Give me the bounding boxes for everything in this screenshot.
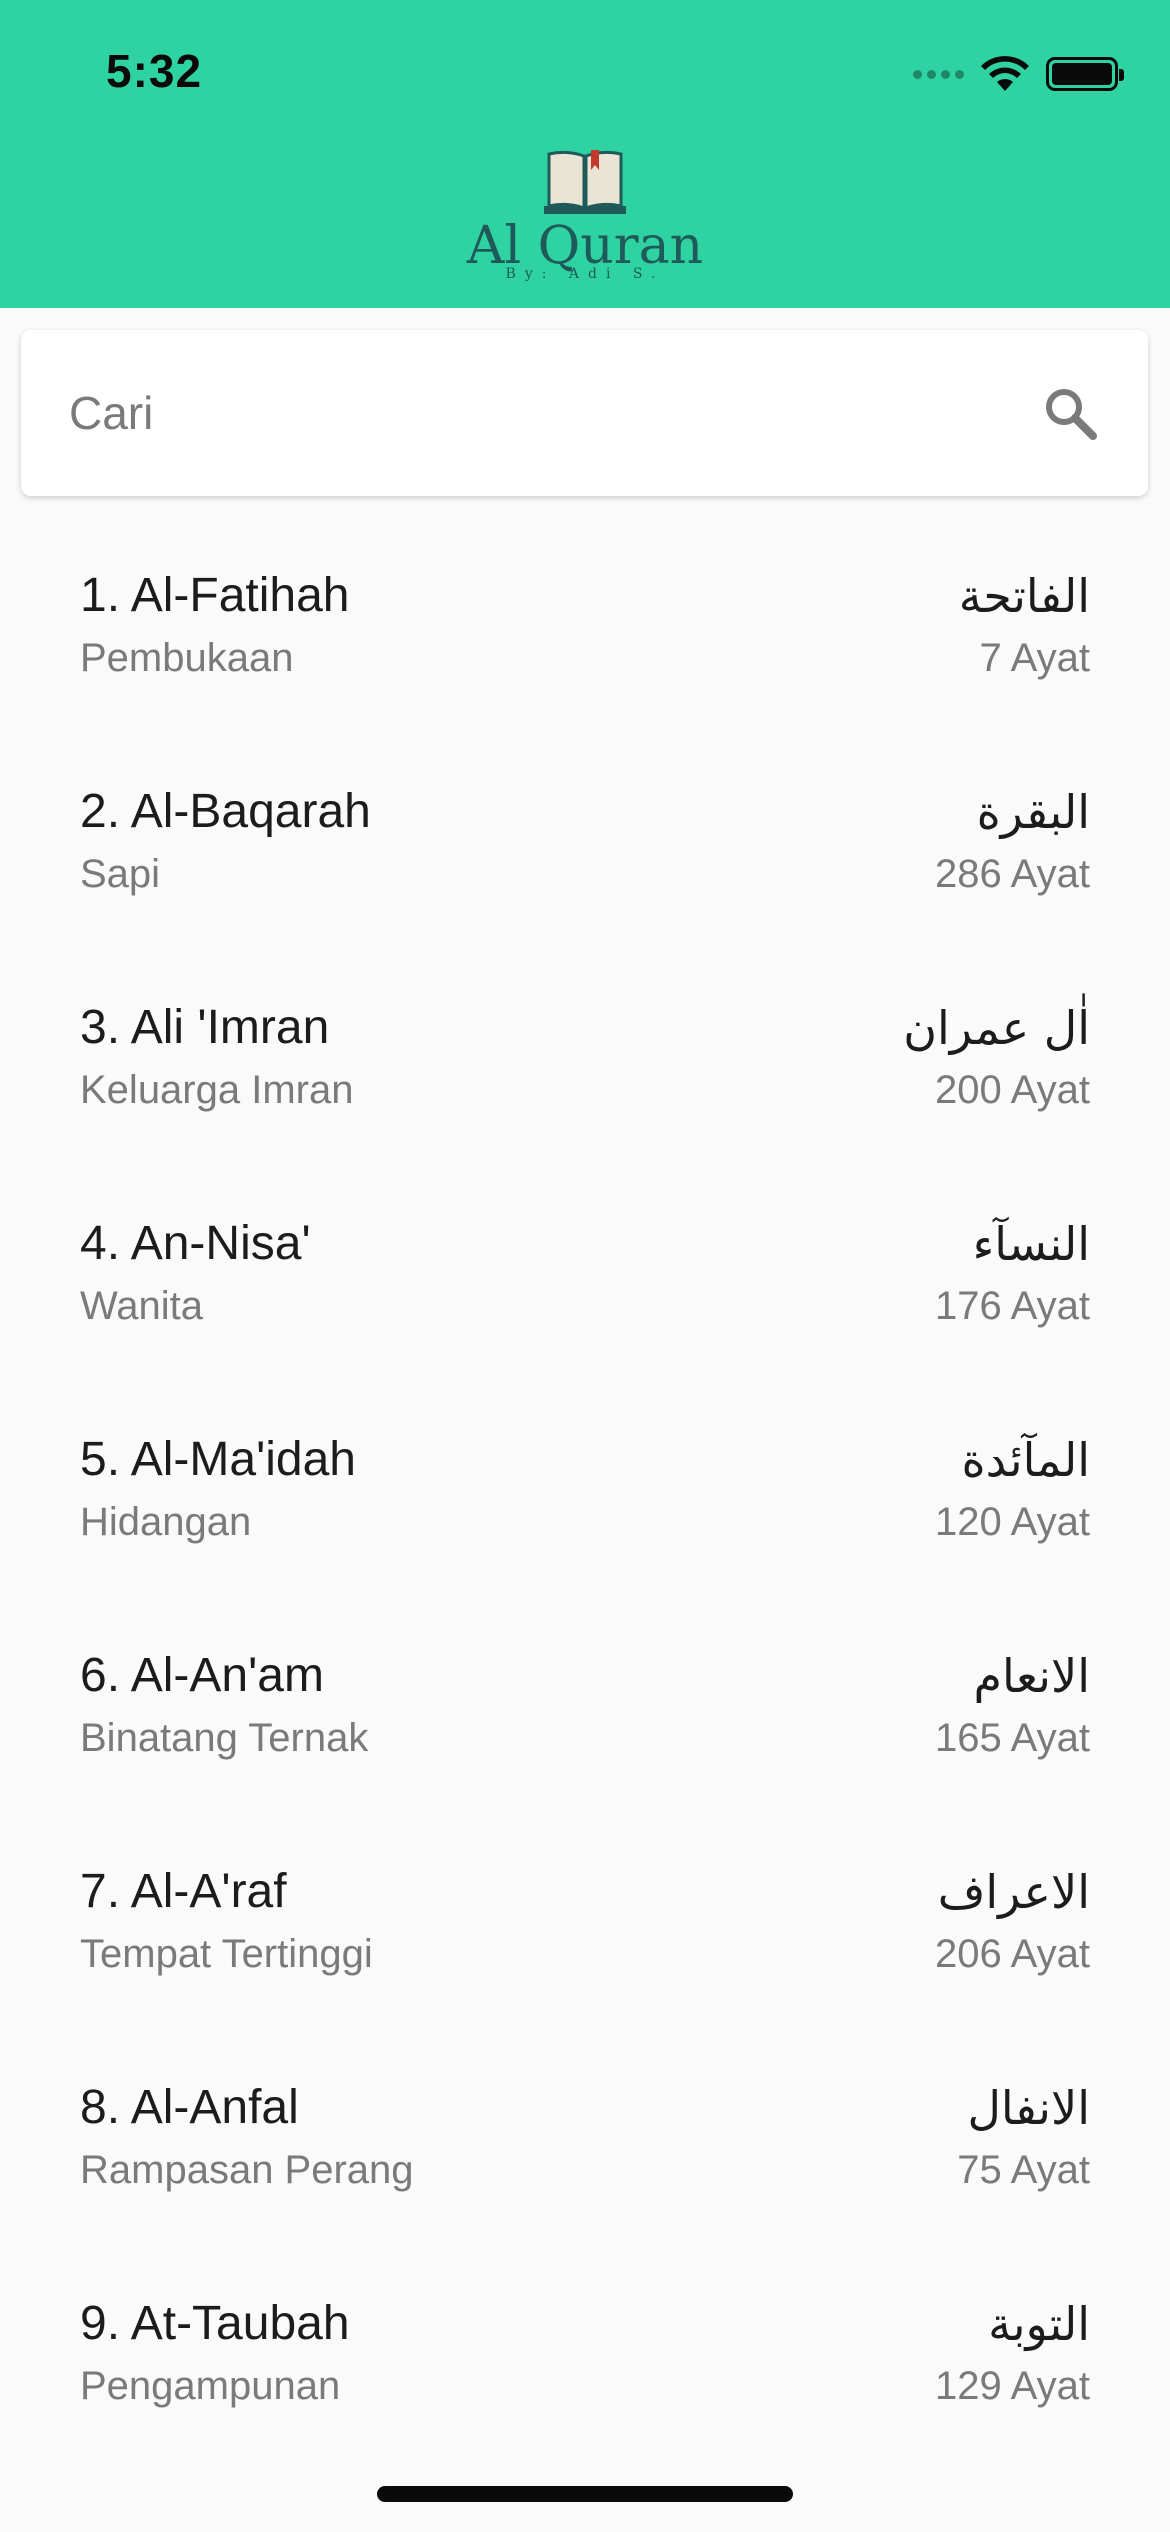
surah-arabic-name: اٰل عمران [903, 1001, 1090, 1055]
surah-arabic-name: الاعراف [937, 1865, 1090, 1919]
app-subtitle: By: Adi S. [505, 266, 665, 282]
surah-list: 1. Al-Fatihah Pembukaan الفاتحة 7 Ayat 2… [0, 534, 1170, 2478]
surah-arabic-name: التوبة [988, 2297, 1090, 2351]
surah-name: 1. Al-Fatihah [80, 569, 350, 622]
surah-meaning: Pengampunan [80, 2364, 341, 2408]
surah-meaning: Binatang Ternak [80, 1716, 369, 1760]
surah-item[interactable]: 2. Al-Baqarah Sapi البقرة 286 Ayat [0, 750, 1170, 966]
ayat-count: 129 Ayat [935, 2364, 1090, 2408]
search-bar [21, 330, 1148, 496]
status-icons [913, 52, 1124, 96]
surah-meaning: Pembukaan [80, 636, 294, 680]
ayat-count: 75 Ayat [957, 2148, 1090, 2192]
surah-name: 7. Al-A'raf [80, 1865, 287, 1918]
ayat-count: 165 Ayat [935, 1716, 1090, 1760]
surah-item[interactable]: 3. Ali 'Imran Keluarga Imran اٰل عمران 2… [0, 966, 1170, 1182]
app-header: 5:32 Al Quran By: Adi S. [0, 0, 1170, 308]
signal-icon [913, 69, 964, 79]
surah-name: 4. An-Nisa' [80, 1217, 311, 1270]
battery-icon [1046, 57, 1124, 91]
surah-item[interactable]: 7. Al-A'raf Tempat Tertinggi الاعراف 206… [0, 1830, 1170, 2046]
surah-item[interactable]: 1. Al-Fatihah Pembukaan الفاتحة 7 Ayat [0, 534, 1170, 750]
surah-name: 3. Ali 'Imran [80, 1001, 330, 1054]
search-input[interactable] [69, 386, 969, 440]
app-logo: Al Quran By: Adi S. [0, 148, 1170, 282]
surah-item[interactable]: 4. An-Nisa' Wanita النسآء 176 Ayat [0, 1182, 1170, 1398]
home-indicator[interactable] [377, 2486, 793, 2502]
surah-item[interactable]: 9. At-Taubah Pengampunan التوبة 129 Ayat [0, 2262, 1170, 2478]
surah-meaning: Wanita [80, 1284, 204, 1328]
surah-name: 9. At-Taubah [80, 2297, 350, 2350]
surah-item[interactable]: 6. Al-An'am Binatang Ternak الانعام 165 … [0, 1614, 1170, 1830]
ayat-count: 286 Ayat [935, 852, 1090, 896]
ayat-count: 176 Ayat [935, 1284, 1090, 1328]
app-title: Al Quran [466, 216, 704, 276]
surah-arabic-name: المآئدة [961, 1433, 1090, 1487]
surah-arabic-name: الفاتحة [958, 569, 1090, 623]
surah-name: 6. Al-An'am [80, 1649, 324, 1702]
ayat-count: 200 Ayat [935, 1068, 1090, 1112]
surah-meaning: Rampasan Perang [80, 2148, 414, 2192]
book-icon [544, 150, 626, 214]
surah-name: 2. Al-Baqarah [80, 785, 371, 838]
surah-name: 5. Al-Ma'idah [80, 1433, 356, 1486]
surah-arabic-name: النسآء [972, 1217, 1090, 1271]
surah-meaning: Keluarga Imran [80, 1068, 354, 1112]
surah-arabic-name: الانعام [973, 1649, 1090, 1703]
surah-meaning: Sapi [80, 852, 161, 896]
app-screen: 5:32 Al Quran By: Adi S. Cari 1. Al-Fati… [0, 0, 1170, 2532]
ayat-count: 7 Ayat [979, 636, 1090, 680]
surah-arabic-name: الانفال [967, 2081, 1090, 2135]
wifi-icon [981, 56, 1029, 91]
ayat-count: 120 Ayat [935, 1500, 1090, 1544]
status-time: 5:32 [106, 45, 203, 97]
surah-item[interactable]: 5. Al-Ma'idah Hidangan المآئدة 120 Ayat [0, 1398, 1170, 1614]
search-icon[interactable] [1040, 383, 1100, 443]
ayat-count: 206 Ayat [935, 1932, 1090, 1976]
surah-arabic-name: البقرة [976, 785, 1090, 839]
surah-meaning: Tempat Tertinggi [80, 1932, 373, 1976]
surah-item[interactable]: 8. Al-Anfal Rampasan Perang الانفال 75 A… [0, 2046, 1170, 2262]
surah-name: 8. Al-Anfal [80, 2081, 299, 2134]
surah-meaning: Hidangan [80, 1500, 252, 1544]
